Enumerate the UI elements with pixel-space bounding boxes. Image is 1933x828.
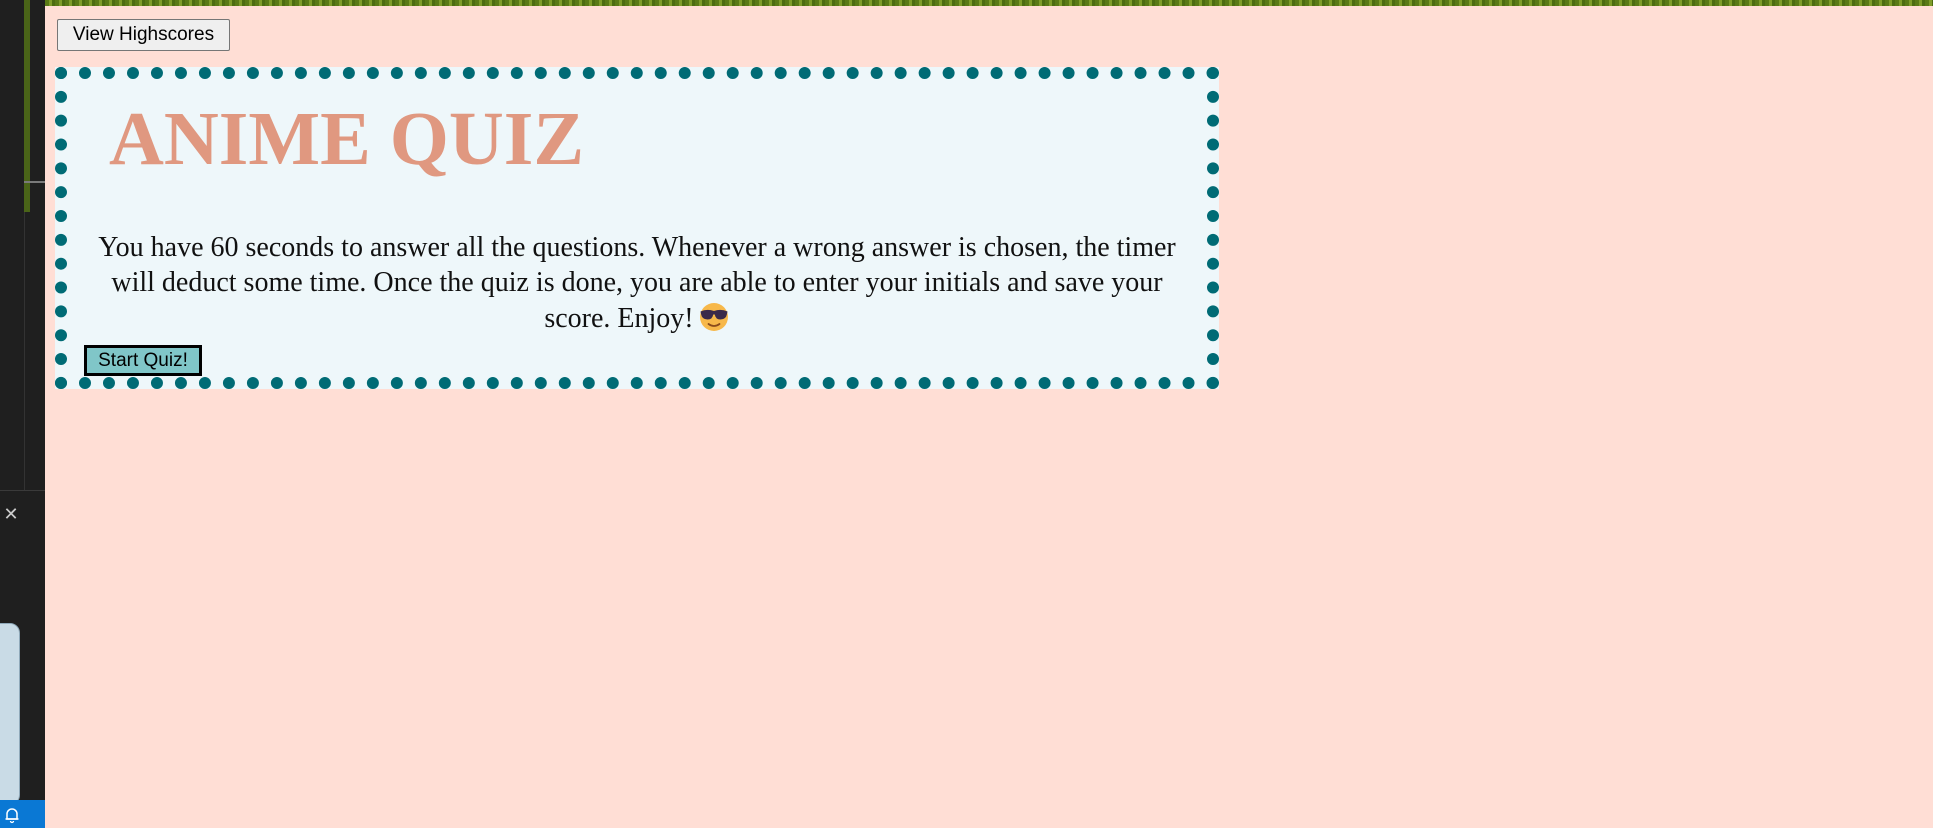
top-decorative-bar [45, 0, 1933, 6]
close-icon[interactable]: ✕ [2, 506, 20, 524]
scroll-marker [24, 181, 45, 183]
view-highscores-button[interactable]: View Highscores [57, 19, 230, 51]
quiz-description-text: You have 60 seconds to answer all the qu… [98, 232, 1176, 334]
bell-icon[interactable] [3, 806, 21, 824]
editor-side-strip: ✕ [0, 0, 45, 828]
smiling-face-with-sunglasses-icon [699, 303, 728, 331]
vertical-divider [24, 212, 25, 490]
quiz-title: ANIME QUIZ [109, 97, 585, 181]
horizontal-divider [0, 490, 45, 491]
start-quiz-button[interactable]: Start Quiz! [84, 345, 202, 376]
side-panel[interactable] [0, 623, 20, 805]
quiz-description: You have 60 seconds to answer all the qu… [89, 230, 1185, 336]
quiz-card: ANIME QUIZ You have 60 seconds to answer… [55, 67, 1219, 389]
